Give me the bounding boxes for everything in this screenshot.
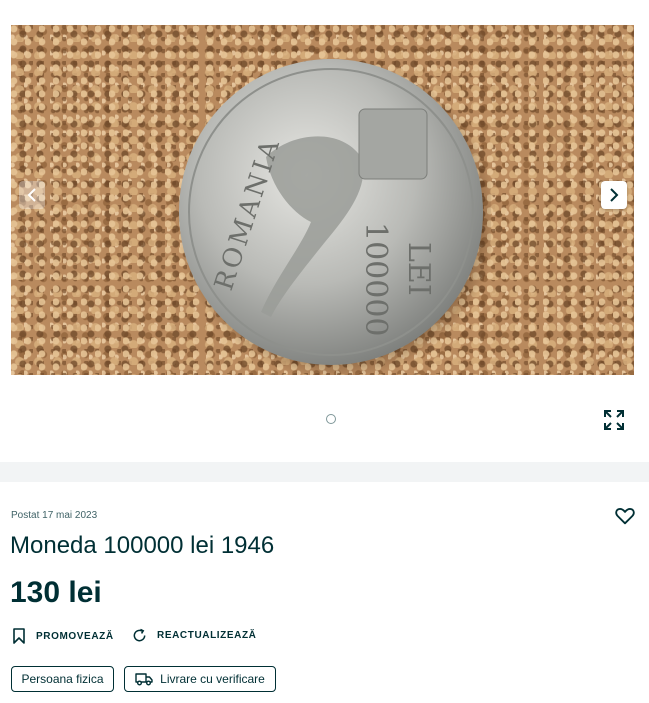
truck-icon — [135, 673, 153, 686]
delivery-badge[interactable]: Livrare cu verificare — [124, 666, 276, 692]
image-gallery: ROMANIA 100000 LEI — [0, 0, 649, 462]
refresh-label: REACTUALIZEAZĂ — [157, 630, 257, 641]
chevron-right-icon — [610, 188, 619, 202]
fullscreen-icon[interactable] — [603, 409, 625, 431]
coin-currency-text: LEI — [401, 242, 436, 296]
seller-type-label: Persoana fizica — [21, 672, 104, 686]
listing-photo[interactable]: ROMANIA 100000 LEI — [11, 25, 634, 375]
gallery-page-indicator[interactable] — [326, 414, 336, 424]
refresh-icon — [133, 628, 146, 642]
listing-price: 130 lei — [10, 576, 102, 609]
promote-button[interactable]: PROMOVEAZĂ — [12, 628, 114, 644]
next-image-button[interactable] — [601, 181, 627, 209]
previous-image-button[interactable] — [19, 181, 45, 209]
delivery-label: Livrare cu verificare — [160, 672, 265, 686]
heart-icon[interactable] — [614, 505, 636, 527]
bookmark-icon — [13, 628, 25, 644]
posted-date: Postat 17 mai 2023 — [11, 510, 98, 521]
chevron-left-icon — [27, 188, 36, 202]
section-divider — [0, 462, 649, 482]
listing-title: Moneda 100000 lei 1946 — [10, 532, 275, 559]
refresh-button[interactable]: REACTUALIZEAZĂ — [132, 628, 257, 643]
seller-type-badge: Persoana fizica — [11, 666, 114, 692]
coin-value-text: 100000 — [358, 222, 393, 337]
coin-image: ROMANIA 100000 LEI — [177, 59, 491, 375]
promote-label: PROMOVEAZĂ — [36, 630, 114, 642]
